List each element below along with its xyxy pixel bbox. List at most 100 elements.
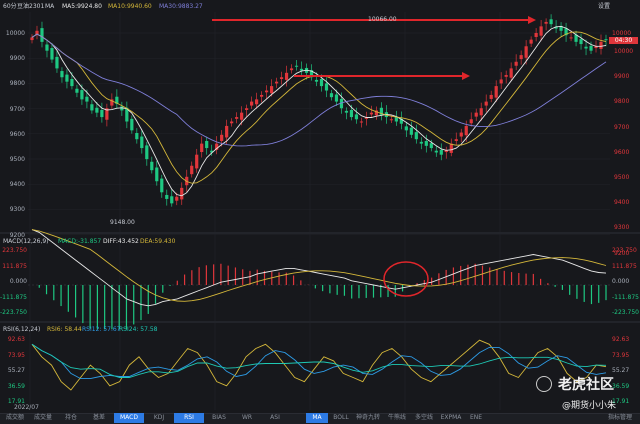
candle-body [499, 79, 503, 84]
candle-body [150, 161, 154, 171]
rsi12-value: RSI12: 57.67 [82, 326, 121, 333]
candle-body [264, 90, 269, 93]
indicator-tab[interactable]: RSI [174, 413, 204, 423]
ma5-value: MA5:9924.80 [62, 3, 102, 10]
price-tick-label: 9600 [614, 148, 630, 156]
candle-body [294, 65, 299, 67]
macd-tick-label: 223.750 [2, 247, 27, 254]
candle-body [524, 46, 528, 58]
price-tick-label: 9300 [614, 224, 630, 232]
candle-body [50, 48, 54, 60]
candle-body [284, 72, 289, 80]
price-tick-label: 9600 [9, 130, 25, 138]
indicator-tab[interactable]: ASI [262, 413, 288, 423]
overlay-tab[interactable]: ENE [466, 413, 486, 423]
overlay-tab[interactable]: 牛熊线 [384, 413, 410, 423]
macd-tick-label: 0.000 [9, 278, 27, 285]
candle-body [369, 112, 374, 115]
indicator-manage-button[interactable]: 指标管理 [604, 413, 636, 423]
overlay-tab[interactable]: BOLL [330, 413, 352, 423]
candle-body [45, 44, 49, 51]
rsi-title[interactable]: RSI(6,12,24) [3, 326, 40, 333]
macd-title[interactable]: MACD(12,26,9) [3, 238, 49, 245]
rsi6-value: RSI6: 58.44 [47, 326, 82, 333]
indicator-tab[interactable]: 成交量 [30, 413, 56, 423]
high-price-annotation: 10066.00 [368, 16, 397, 23]
price-tick-label: 9800 [9, 80, 25, 88]
candle-body [584, 46, 588, 49]
rsi-tick-label: 36.59 [7, 382, 25, 390]
candle-body [464, 125, 468, 136]
candle-body [504, 75, 508, 77]
macd-tick-label: -223.750 [0, 309, 27, 316]
indicator-tab[interactable]: 成交额 [2, 413, 28, 423]
period-label[interactable]: 60分 [3, 3, 17, 10]
macd-value: MACD:-31.857 [58, 238, 102, 245]
candle-body [299, 68, 304, 71]
rsi24-value: RSI24: 57.58 [119, 326, 158, 333]
candle-body [344, 110, 349, 113]
price-tag-high: 10000 [612, 30, 632, 37]
candle-body [255, 99, 259, 105]
candle-body [160, 178, 164, 193]
candle-body [314, 79, 319, 82]
price-tick-label: 9400 [614, 199, 630, 207]
price-tick-label: 9700 [9, 105, 25, 113]
indicator-tab[interactable]: MACD [114, 413, 144, 423]
candle-body [484, 101, 488, 106]
candle-body [230, 121, 234, 124]
candle-body [195, 154, 199, 169]
candle-body [190, 165, 194, 175]
candle-body [40, 28, 44, 42]
candle-body [70, 79, 74, 87]
rsi-tick-label: 55.27 [7, 367, 25, 374]
candle-body [30, 37, 34, 41]
candle-body [135, 133, 139, 140]
candle-body [549, 19, 553, 25]
price-tick-label: 9300 [9, 206, 25, 214]
indicator-label[interactable]: MA [45, 3, 54, 10]
symbol-label[interactable]: 豆油2301 [17, 3, 44, 10]
candle-body [449, 143, 453, 153]
macd-tick-label: 111.875 [2, 262, 27, 270]
candle-body [469, 119, 473, 124]
price-tick-label: 10000 [614, 48, 634, 55]
price-tick-label: 9800 [614, 98, 630, 106]
macd-tick-label: 0.000 [612, 278, 630, 285]
indicator-tab[interactable]: 持仓 [58, 413, 84, 423]
candle-body [235, 117, 239, 119]
overlay-tab[interactable]: 神奇九转 [354, 413, 382, 423]
candle-body [170, 196, 174, 204]
candle-body [60, 71, 64, 78]
candle-body [439, 149, 443, 155]
indicator-tab[interactable]: BIAS [206, 413, 232, 423]
candle-body [90, 104, 94, 111]
candle-body [205, 140, 209, 149]
overlay-tab[interactable]: MA [306, 413, 328, 423]
rsi-tick-label: 92.63 [7, 336, 25, 343]
candle-body [539, 26, 543, 36]
price-tick-label: 9400 [9, 181, 25, 189]
candle-body [519, 55, 523, 60]
macd-tick-label: -223.750 [612, 309, 639, 316]
candle-body [599, 41, 603, 49]
overlay-tab[interactable]: EXPMA [438, 413, 464, 423]
candle-body [579, 39, 583, 45]
candle-body [459, 132, 463, 137]
candle-body [404, 126, 408, 131]
candle-body [140, 136, 144, 149]
rsi-tick-label: 55.27 [612, 367, 630, 374]
candle-body [200, 143, 204, 153]
candle-body [354, 114, 359, 120]
candle-body [324, 83, 329, 91]
candle-body [279, 77, 284, 80]
indicator-tab[interactable]: 基差 [86, 413, 112, 423]
settings-button[interactable]: 设置 [598, 3, 610, 10]
candle-body [130, 118, 134, 131]
candle-body [424, 140, 428, 146]
candle-body [489, 94, 493, 99]
indicator-tab[interactable]: KDJ [146, 413, 172, 423]
candle-body [80, 90, 84, 100]
overlay-tab[interactable]: 多空线 [412, 413, 436, 423]
indicator-tab[interactable]: WR [234, 413, 260, 423]
